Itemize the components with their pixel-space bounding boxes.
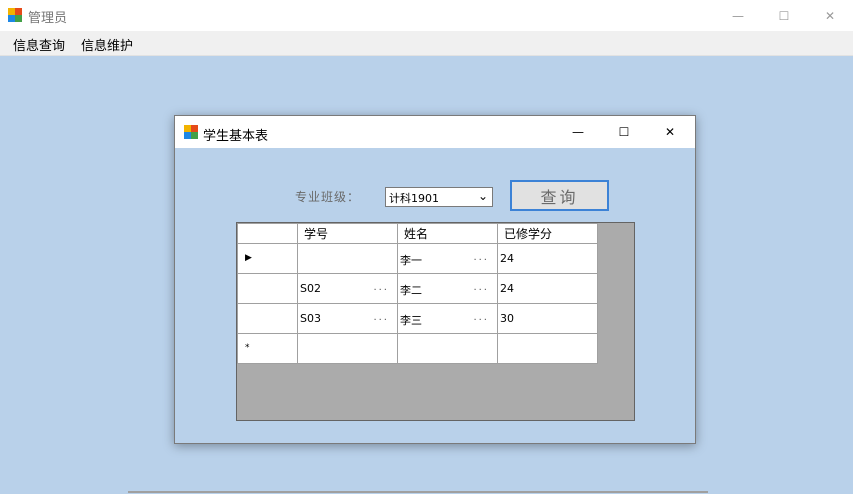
ellipsis-button[interactable]: ...	[373, 282, 389, 293]
table-row[interactable]: S03 ... 李三 ... 30	[237, 303, 598, 334]
student-table: 学号 姓名 已修学分 ▶ S01 ... 李一 ... 24 S02 ... 李…	[237, 223, 598, 364]
close-icon: ✕	[824, 8, 836, 23]
menu-item-info-query[interactable]: 信息查询	[13, 35, 65, 54]
form-icon	[184, 125, 198, 139]
new-row[interactable]: *	[237, 333, 598, 364]
new-row-icon: *	[245, 343, 250, 353]
cell-credits-text: 30	[500, 312, 514, 325]
cell-credits-text: 24	[500, 282, 514, 295]
form-title: 学生基本表	[203, 129, 269, 144]
chevron-down-icon[interactable]: ⌄	[478, 189, 488, 203]
header-row: 学号 姓名 已修学分	[237, 223, 598, 244]
row-header[interactable]: ▶	[237, 243, 298, 274]
table-row[interactable]: ▶ S01 ... 李一 ... 24	[237, 243, 598, 274]
divider	[128, 491, 708, 493]
cell-id[interactable]: S02 ...	[297, 273, 398, 304]
ellipsis-button[interactable]: ...	[373, 312, 389, 323]
row-header[interactable]	[237, 273, 298, 304]
cell-name[interactable]: 李一 ...	[397, 243, 498, 274]
form-minimize-button[interactable]: —	[555, 116, 601, 148]
cell-name[interactable]: 李三 ...	[397, 303, 498, 334]
cell-name[interactable]: 李二 ...	[397, 273, 498, 304]
table-row[interactable]: S02 ... 李二 ... 24	[237, 273, 598, 304]
column-header-credits[interactable]: 已修学分	[497, 223, 598, 244]
menu-item-info-maintain[interactable]: 信息维护	[81, 35, 133, 54]
query-button[interactable]: 查询	[510, 180, 609, 211]
cell-credits[interactable]	[497, 333, 598, 364]
row-header[interactable]	[237, 303, 298, 334]
maximize-icon: ☐	[778, 8, 790, 23]
class-select[interactable]: 计科1901 ⌄	[385, 187, 493, 207]
cell-id[interactable]: S03 ...	[297, 303, 398, 334]
cell-name-text: 李三	[400, 314, 422, 327]
form-titlebar[interactable]: 学生基本表 — ☐ ✕	[175, 116, 695, 148]
close-icon: ✕	[664, 125, 676, 139]
maximize-button[interactable]: ☐	[761, 0, 807, 31]
window-title: 管理员	[28, 11, 68, 26]
cell-id-text: S03	[300, 312, 321, 325]
cell-name[interactable]	[397, 333, 498, 364]
student-form-window: 学生基本表 — ☐ ✕ 专业班级： 计科1901 ⌄ 查询 学号 姓名 已修学分	[174, 115, 696, 444]
cell-id[interactable]: S01 ...	[297, 243, 398, 274]
corner-header-cell[interactable]	[237, 223, 298, 244]
minimize-button[interactable]: —	[715, 0, 761, 31]
row-header[interactable]: *	[237, 333, 298, 364]
cell-credits[interactable]: 24	[497, 243, 598, 274]
form-maximize-button[interactable]: ☐	[601, 116, 647, 148]
cell-name-text: 李一	[400, 254, 422, 267]
column-header-id[interactable]: 学号	[297, 223, 398, 244]
class-label: 专业班级：	[295, 190, 361, 204]
cell-name-text: 李二	[400, 284, 422, 297]
ellipsis-button[interactable]: ...	[473, 312, 489, 323]
ellipsis-button[interactable]: ...	[373, 252, 389, 263]
form-close-button[interactable]: ✕	[647, 116, 693, 148]
class-select-value: 计科1901	[389, 192, 439, 205]
cell-credits-text: 24	[500, 252, 514, 265]
current-row-icon: ▶	[245, 253, 252, 263]
cell-credits[interactable]: 30	[497, 303, 598, 334]
menu-bar: 信息查询 信息维护	[0, 31, 853, 56]
student-data-grid[interactable]: 学号 姓名 已修学分 ▶ S01 ... 李一 ... 24 S02 ... 李…	[236, 222, 635, 421]
minimize-icon: —	[572, 125, 584, 139]
ellipsis-button[interactable]: ...	[473, 282, 489, 293]
cell-credits[interactable]: 24	[497, 273, 598, 304]
close-button[interactable]: ✕	[807, 0, 853, 31]
maximize-icon: ☐	[618, 125, 630, 139]
minimize-icon: —	[732, 8, 744, 23]
ellipsis-button[interactable]: ...	[473, 252, 489, 263]
app-icon	[8, 8, 22, 22]
outer-titlebar: 管理员 — ☐ ✕	[0, 0, 853, 31]
cell-id-text: S01	[300, 252, 321, 265]
cell-id-text: S02	[300, 282, 321, 295]
cell-id[interactable]	[297, 333, 398, 364]
column-header-name[interactable]: 姓名	[397, 223, 498, 244]
